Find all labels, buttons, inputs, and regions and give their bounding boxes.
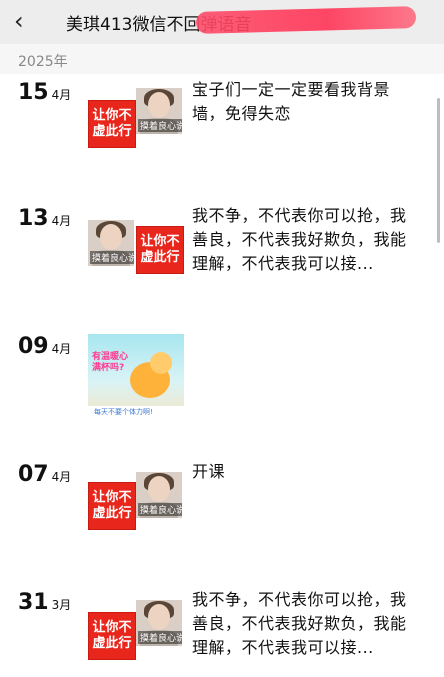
back-arrow-icon[interactable]: ‹ [14, 9, 36, 33]
portrait-image: 摸着良心说 [88, 220, 134, 266]
entry-month: 4月 [51, 342, 72, 356]
entry-thumbnails[interactable]: 让你不虚此行 摸着良心说 [88, 464, 184, 530]
year-divider: 2025年 [0, 44, 444, 74]
entry-day: 15 [18, 80, 49, 105]
poster-caption: 每天不要个体力啊! [94, 408, 153, 416]
portrait-image: 摸着良心说 [136, 88, 182, 134]
entry-month: 4月 [51, 214, 72, 228]
entry-day: 07 [18, 462, 49, 487]
red-promo-image: 让你不虚此行 [88, 612, 136, 660]
entry-day: 13 [18, 206, 49, 231]
poster-text: 有温暖心满杯吗? [92, 352, 129, 373]
scrollbar[interactable] [437, 98, 440, 243]
cartoon-poster-image[interactable]: 有温暖心满杯吗? 每天不要个体力啊! [88, 334, 184, 418]
portrait-caption: 摸着良心说 [138, 503, 182, 516]
portrait-caption: 摸着良心说 [90, 251, 134, 264]
moment-entry[interactable]: 09 4月 有温暖心满杯吗? 每天不要个体力啊! [0, 334, 444, 424]
entry-text[interactable]: 开课 [192, 460, 422, 484]
entry-text[interactable]: 我不争，不代表你可以抢，我善良，不代表我好欺负，我能理解，不代表我可以接... [192, 204, 422, 276]
entry-thumbnails[interactable]: 让你不虚此行 摸着良心说 [88, 82, 184, 148]
entry-text[interactable]: 宝子们一定一定要看我背景墙，免得失恋 [192, 78, 422, 126]
entry-thumbnails[interactable]: 让你不虚此行 摸着良心说 [88, 592, 184, 660]
entry-date: 07 4月 [18, 462, 71, 487]
red-promo-image: 让你不虚此行 [88, 482, 136, 530]
entry-date: 09 4月 [18, 334, 71, 359]
red-promo-image: 让你不虚此行 [136, 226, 184, 274]
red-promo-image: 让你不虚此行 [88, 100, 136, 148]
moment-entry[interactable]: 07 4月 让你不虚此行 摸着良心说 开课 [0, 462, 444, 542]
entry-date: 31 3月 [18, 590, 71, 615]
moment-entry[interactable]: 31 3月 让你不虚此行 摸着良心说 我不争，不代表你可以抢，我善良，不代表我好欺… [0, 590, 444, 670]
moment-entry[interactable]: 13 4月 摸着良心说 让你不虚此行 我不争，不代表你可以抢，我善良，不代表我好欺… [0, 206, 444, 286]
entry-thumbnails[interactable]: 摸着良心说 让你不虚此行 [88, 208, 184, 274]
entry-date: 15 4月 [18, 80, 71, 105]
entry-text[interactable]: 我不争，不代表你可以抢，我善良，不代表我好欺负，我能理解，不代表我可以接... [192, 588, 422, 660]
portrait-image: 摸着良心说 [136, 600, 182, 646]
top-bar: ‹ 美琪413微信不回弹语音 [0, 0, 444, 44]
portrait-caption: 摸着良心说 [138, 119, 182, 132]
entry-month: 4月 [51, 88, 72, 102]
entry-date: 13 4月 [18, 206, 71, 231]
portrait-image: 摸着良心说 [136, 472, 182, 518]
portrait-caption: 摸着良心说 [138, 631, 182, 644]
entry-month: 4月 [51, 470, 72, 484]
entry-day: 09 [18, 334, 49, 359]
entry-day: 31 [18, 590, 49, 615]
moment-entry[interactable]: 15 4月 让你不虚此行 摸着良心说 宝子们一定一定要看我背景墙，免得失恋 [0, 80, 444, 160]
year-label: 2025年 [18, 54, 68, 70]
redaction-mark [195, 6, 417, 34]
entry-month: 3月 [51, 598, 72, 612]
